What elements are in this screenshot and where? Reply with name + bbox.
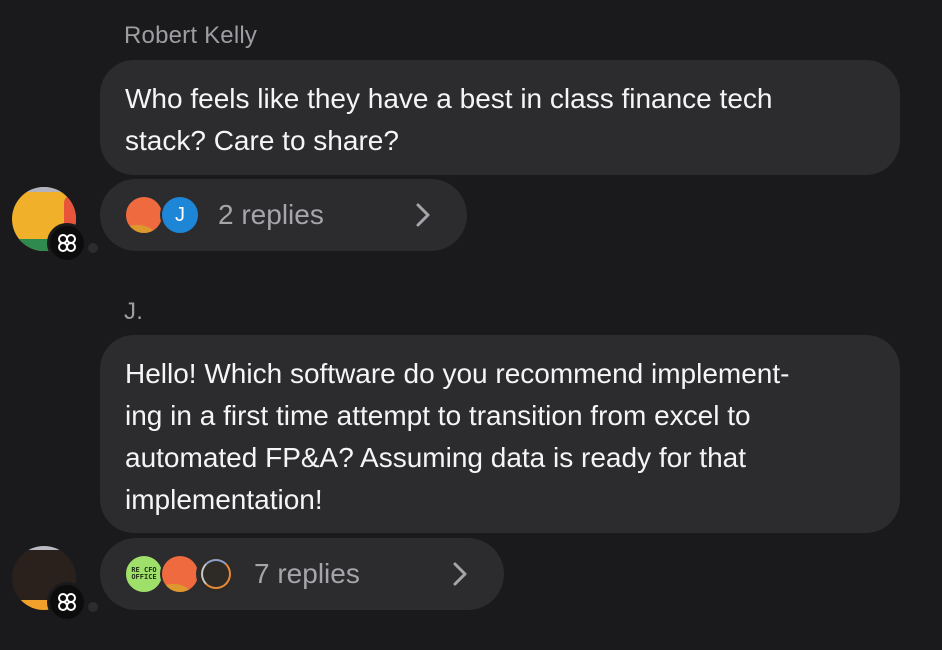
message-bubble[interactable]: Hello! Which software do you recommend i…: [100, 335, 900, 533]
reply-avatars: RE CFO OFFICE: [124, 554, 236, 594]
sender-name: J.: [124, 298, 144, 325]
message-line: stack? Care to share?: [125, 125, 399, 156]
message-bubble[interactable]: Who feels like they have a best in class…: [100, 60, 900, 175]
reply-count: 7 replies: [254, 558, 360, 589]
reply-avatar: [160, 554, 200, 594]
reply-avatar: J: [160, 195, 200, 235]
sender-name: Robert Kelly: [124, 22, 258, 49]
message-line: ing in a first time attempt to transitio…: [125, 400, 751, 431]
thread-connector: [88, 243, 98, 253]
replies-button[interactable]: J 2 replies: [100, 179, 467, 251]
message-line: implementation!: [125, 484, 323, 515]
message-line: automated FP&A? Assuming data is ready f…: [125, 442, 747, 473]
message-line: Hello! Which software do you recommend i…: [125, 358, 790, 389]
reply-count: 2 replies: [218, 199, 324, 230]
message-line: Who feels like they have a best in class…: [125, 83, 773, 114]
thread-connector: [88, 602, 98, 612]
chevron-right-icon: [453, 562, 467, 586]
reply-avatar: RE CFO OFFICE: [124, 554, 164, 594]
chevron-right-icon: [416, 203, 430, 227]
reply-avatars: J: [124, 195, 200, 235]
community-badge-icon: [47, 223, 87, 263]
reply-avatar: [124, 195, 164, 235]
replies-button[interactable]: RE CFO OFFICE 7 replies: [100, 538, 504, 610]
reply-avatar: [196, 554, 236, 594]
community-badge-icon: [47, 582, 87, 622]
